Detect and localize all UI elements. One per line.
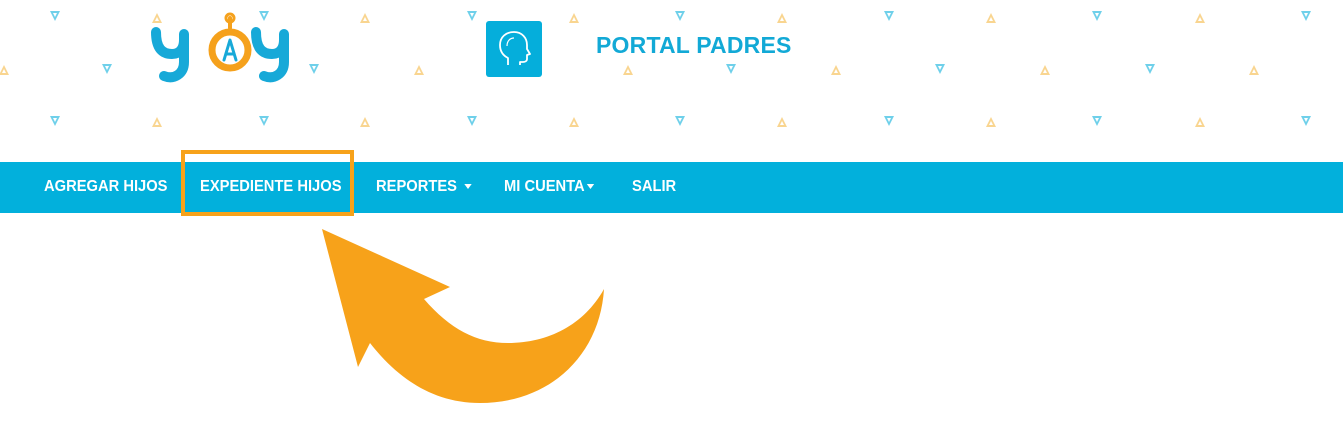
curved-arrow-icon (322, 229, 604, 403)
nav-label: MI CUENTA (504, 178, 585, 195)
head-profile-icon (499, 31, 531, 65)
highlight-box (181, 150, 354, 216)
nav-label: SALIR (632, 178, 677, 195)
nav-label: REPORTES (376, 178, 457, 195)
header: PORTAL PADRES (0, 0, 1343, 162)
caret-down-icon (464, 184, 472, 190)
nav-label: AGREGAR HIJOS (44, 178, 168, 195)
nav-reportes-dropdown[interactable]: REPORTES (376, 162, 472, 213)
nav-agregar-hijos[interactable]: AGREGAR HIJOS (44, 162, 168, 213)
page-title: PORTAL PADRES (596, 32, 792, 58)
caret-down-icon (586, 184, 594, 190)
portal-icon (486, 21, 542, 77)
logo[interactable] (148, 12, 298, 87)
nav-mi-cuenta-dropdown[interactable]: MI CUENTA (504, 162, 594, 213)
nav-salir[interactable]: SALIR (632, 162, 676, 213)
